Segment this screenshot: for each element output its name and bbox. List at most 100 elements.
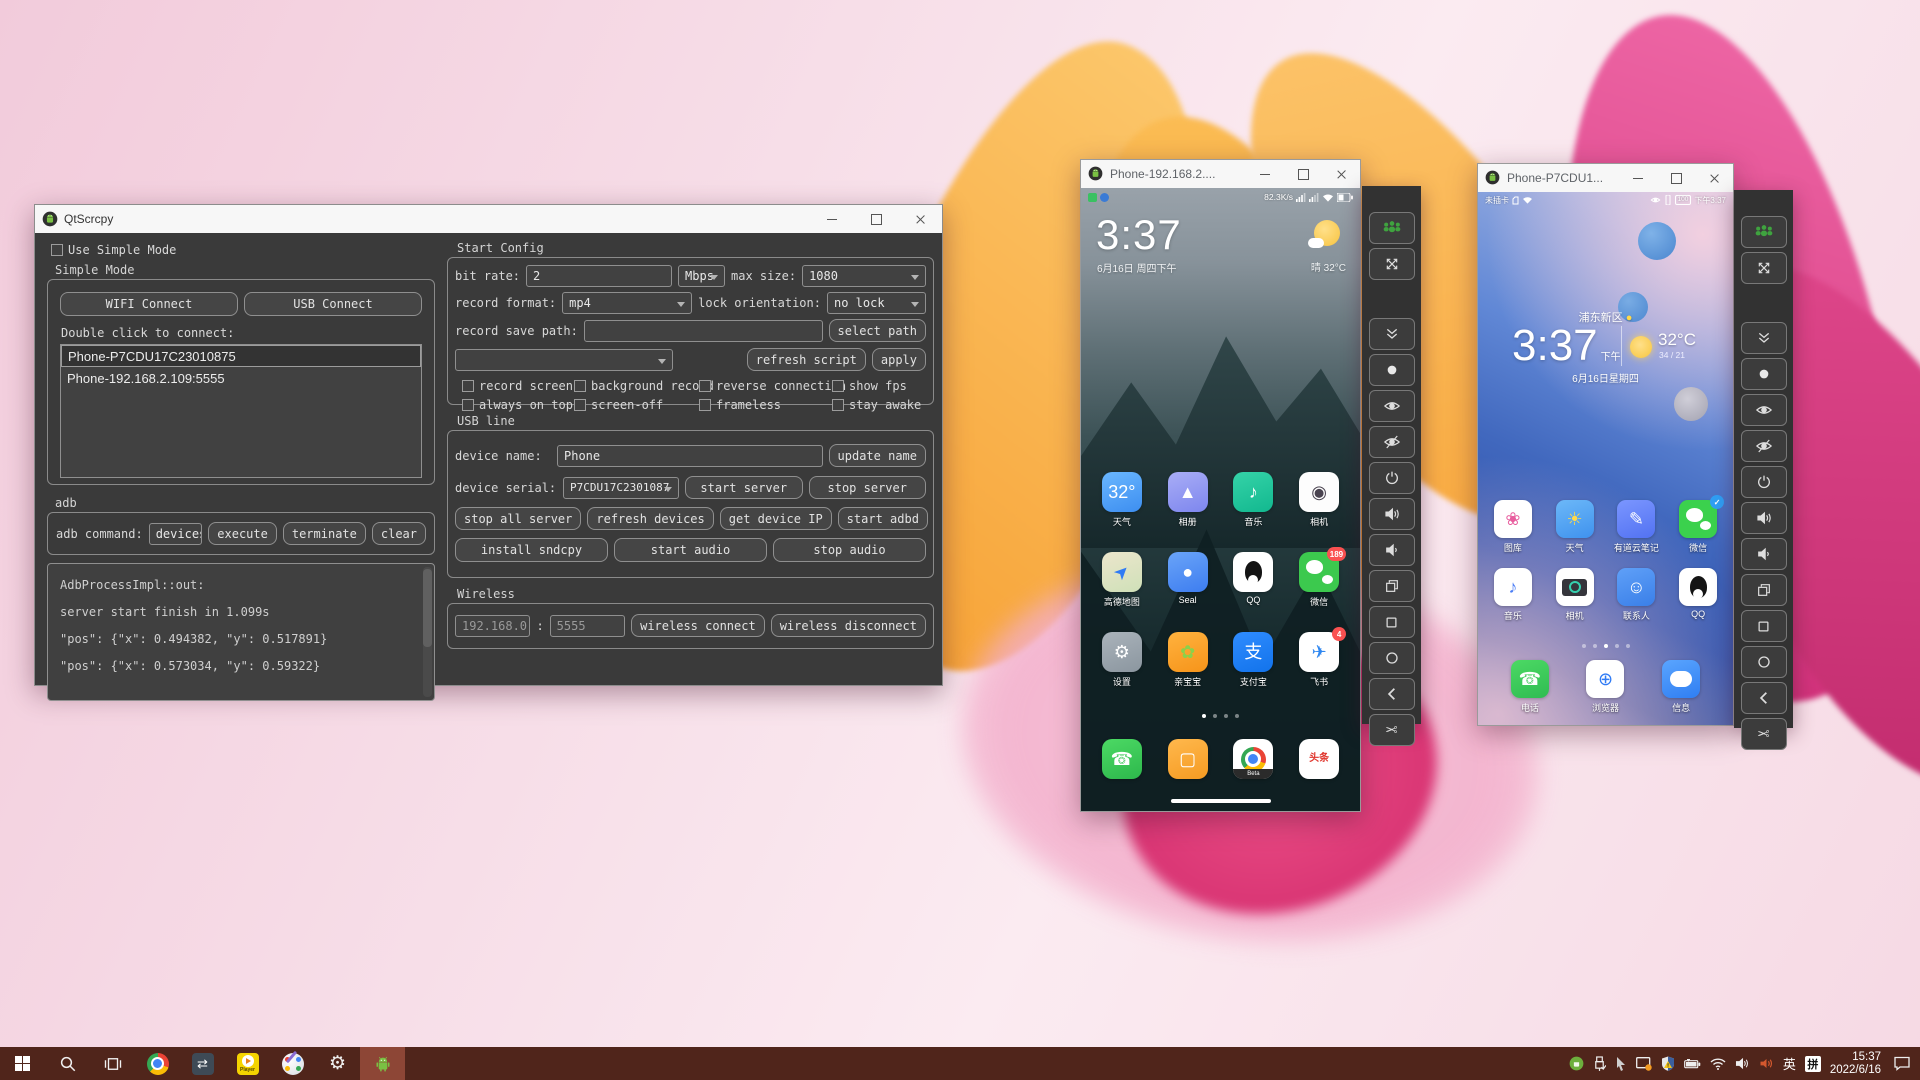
config-checkbox[interactable]: frameless xyxy=(699,398,832,412)
tray-volume-icon[interactable] xyxy=(1735,1057,1750,1070)
start-audio-button[interactable]: start audio xyxy=(614,538,767,562)
maximize-button[interactable] xyxy=(1284,160,1322,188)
record-format-combo[interactable]: mp4 xyxy=(562,292,692,314)
config-checkbox[interactable]: stay awake xyxy=(832,398,926,412)
app-icon[interactable]: 相机 xyxy=(1544,568,1606,622)
dock-app-icon[interactable]: ☎ 电话 xyxy=(1511,660,1549,714)
maximize-button[interactable] xyxy=(1657,164,1695,192)
wireless-disconnect-button[interactable]: wireless disconnect xyxy=(771,614,926,637)
config-checkbox[interactable]: record screen xyxy=(462,379,574,393)
maximize-button[interactable] xyxy=(854,205,898,233)
notification-bar-button[interactable] xyxy=(1369,318,1415,350)
back-button[interactable] xyxy=(1369,678,1415,710)
ime-language-indicator[interactable]: 英 xyxy=(1783,1054,1796,1073)
bit-rate-input[interactable]: 2 xyxy=(526,265,672,287)
app-icon[interactable]: ✈ 4 飞书 xyxy=(1286,632,1352,688)
task-view-button[interactable] xyxy=(90,1047,135,1080)
usb-connect-button[interactable]: USB Connect xyxy=(244,292,422,316)
qtscrcpy-titlebar[interactable]: QtScrcpy xyxy=(35,205,942,234)
app-icon[interactable]: 支 支付宝 xyxy=(1221,632,1287,688)
home-button[interactable] xyxy=(1741,646,1787,678)
tray-battery-icon[interactable] xyxy=(1684,1059,1701,1069)
phone2-titlebar[interactable]: Phone-P7CDU1... xyxy=(1478,164,1733,193)
app-icon[interactable]: QQ xyxy=(1221,552,1287,608)
group-control-button[interactable] xyxy=(1369,212,1415,244)
stop-all-server-button[interactable]: stop all server xyxy=(455,507,581,530)
dock-app-icon[interactable]: Beta xyxy=(1221,739,1287,779)
app-icon[interactable]: 189 微信 xyxy=(1286,552,1352,608)
minimize-button[interactable] xyxy=(810,205,854,233)
app-icon[interactable]: ⚙ 设置 xyxy=(1089,632,1155,688)
terminate-button[interactable]: terminate xyxy=(283,522,366,545)
start-server-button[interactable]: start server xyxy=(685,476,803,499)
close-button[interactable] xyxy=(898,205,942,233)
config-checkbox[interactable]: always on top xyxy=(462,398,574,412)
record-save-path-input[interactable] xyxy=(584,320,823,342)
tray-usb-icon[interactable] xyxy=(1593,1056,1606,1071)
script-combo[interactable] xyxy=(455,349,673,371)
phone1-screen[interactable]: 82.3K/s 3:37 6月16日 周四下午 晴 32°C 32° xyxy=(1081,188,1360,811)
app-icon[interactable]: 32° 天气 xyxy=(1089,472,1155,528)
adb-log-output[interactable]: AdbProcessImpl::out:server start finish … xyxy=(47,563,435,701)
config-checkbox[interactable]: screen-off xyxy=(574,398,699,412)
app-icon[interactable]: ✎ 有道云笔记 xyxy=(1606,500,1668,554)
tray-app-volume-icon[interactable] xyxy=(1759,1057,1774,1070)
clear-button[interactable]: clear xyxy=(372,522,426,545)
power-button[interactable] xyxy=(1741,466,1787,498)
home-indicator-bar[interactable] xyxy=(1171,799,1271,803)
dock-app-icon[interactable]: ⊕ 浏览器 xyxy=(1586,660,1624,714)
app-icon[interactable]: ♪ 音乐 xyxy=(1482,568,1544,622)
player-taskbar-icon[interactable]: Player xyxy=(225,1047,270,1080)
taskbar-clock[interactable]: 15:37 2022/6/16 xyxy=(1830,1051,1881,1077)
tray-screencast-icon[interactable] xyxy=(1636,1057,1652,1071)
max-size-combo[interactable]: 1080 xyxy=(802,265,926,287)
device-list-item[interactable]: Phone-192.168.2.109:5555 xyxy=(61,367,421,389)
touch-button[interactable] xyxy=(1369,354,1415,386)
touch-button[interactable] xyxy=(1741,358,1787,390)
device-serial-combo[interactable]: P7CDU17C2301087 xyxy=(563,477,679,499)
update-name-button[interactable]: update name xyxy=(829,444,926,467)
config-checkbox[interactable]: reverse connection xyxy=(699,379,832,393)
menu-button[interactable] xyxy=(1741,610,1787,642)
volume-down-button[interactable] xyxy=(1369,534,1415,566)
phone1-titlebar[interactable]: Phone-192.168.2.... xyxy=(1081,160,1360,189)
wifi-connect-button[interactable]: WIFI Connect xyxy=(60,292,238,316)
app-icon[interactable]: ◉ 相机 xyxy=(1286,472,1352,528)
stop-server-button[interactable]: stop server xyxy=(809,476,927,499)
action-center-button[interactable] xyxy=(1894,1056,1910,1071)
group-control-button[interactable] xyxy=(1741,216,1787,248)
home-button[interactable] xyxy=(1369,642,1415,674)
tray-pointer-icon[interactable] xyxy=(1615,1057,1627,1071)
dock-app-icon[interactable]: ☎ xyxy=(1089,739,1155,779)
back-button[interactable] xyxy=(1741,682,1787,714)
log-scrollbar[interactable] xyxy=(423,567,432,697)
apply-button[interactable]: apply xyxy=(872,348,926,371)
app-icon[interactable]: ✓ 微信 xyxy=(1667,500,1729,554)
bit-rate-unit-combo[interactable]: Mbps xyxy=(678,265,725,287)
dock-app-icon[interactable]: 头条 xyxy=(1286,739,1352,779)
tray-wifi-icon[interactable] xyxy=(1710,1058,1726,1070)
app-icon[interactable]: ✿ 亲宝宝 xyxy=(1155,632,1221,688)
refresh-script-button[interactable]: refresh script xyxy=(747,348,866,371)
full-screen-button[interactable] xyxy=(1369,248,1415,280)
screenshot-button[interactable]: ✂ xyxy=(1741,718,1787,750)
log-scrollbar-thumb[interactable] xyxy=(423,569,432,647)
install-sndcpy-button[interactable]: install sndcpy xyxy=(455,538,608,562)
settings-taskbar-icon[interactable]: ⚙ xyxy=(315,1047,360,1080)
close-screen-button[interactable] xyxy=(1369,426,1415,458)
lock-orientation-combo[interactable]: no lock xyxy=(827,292,926,314)
close-button[interactable] xyxy=(1322,160,1360,188)
start-adbd-button[interactable]: start adbd xyxy=(838,507,928,530)
menu-button[interactable] xyxy=(1369,606,1415,638)
app-icon[interactable]: QQ xyxy=(1667,568,1729,622)
close-button[interactable] xyxy=(1695,164,1733,192)
notification-bar-button[interactable] xyxy=(1741,322,1787,354)
qtscrcpy-taskbar-icon[interactable] xyxy=(360,1047,405,1080)
app-icon[interactable]: ♪ 音乐 xyxy=(1221,472,1287,528)
app-icon[interactable]: ☀ 天气 xyxy=(1544,500,1606,554)
refresh-devices-button[interactable]: refresh devices xyxy=(587,507,713,530)
config-checkbox[interactable]: show fps xyxy=(832,379,926,393)
screen-live-button[interactable] xyxy=(1369,390,1415,422)
volume-down-button[interactable] xyxy=(1741,538,1787,570)
device-list[interactable]: Phone-P7CDU17C23010875Phone-192.168.2.10… xyxy=(60,344,422,478)
